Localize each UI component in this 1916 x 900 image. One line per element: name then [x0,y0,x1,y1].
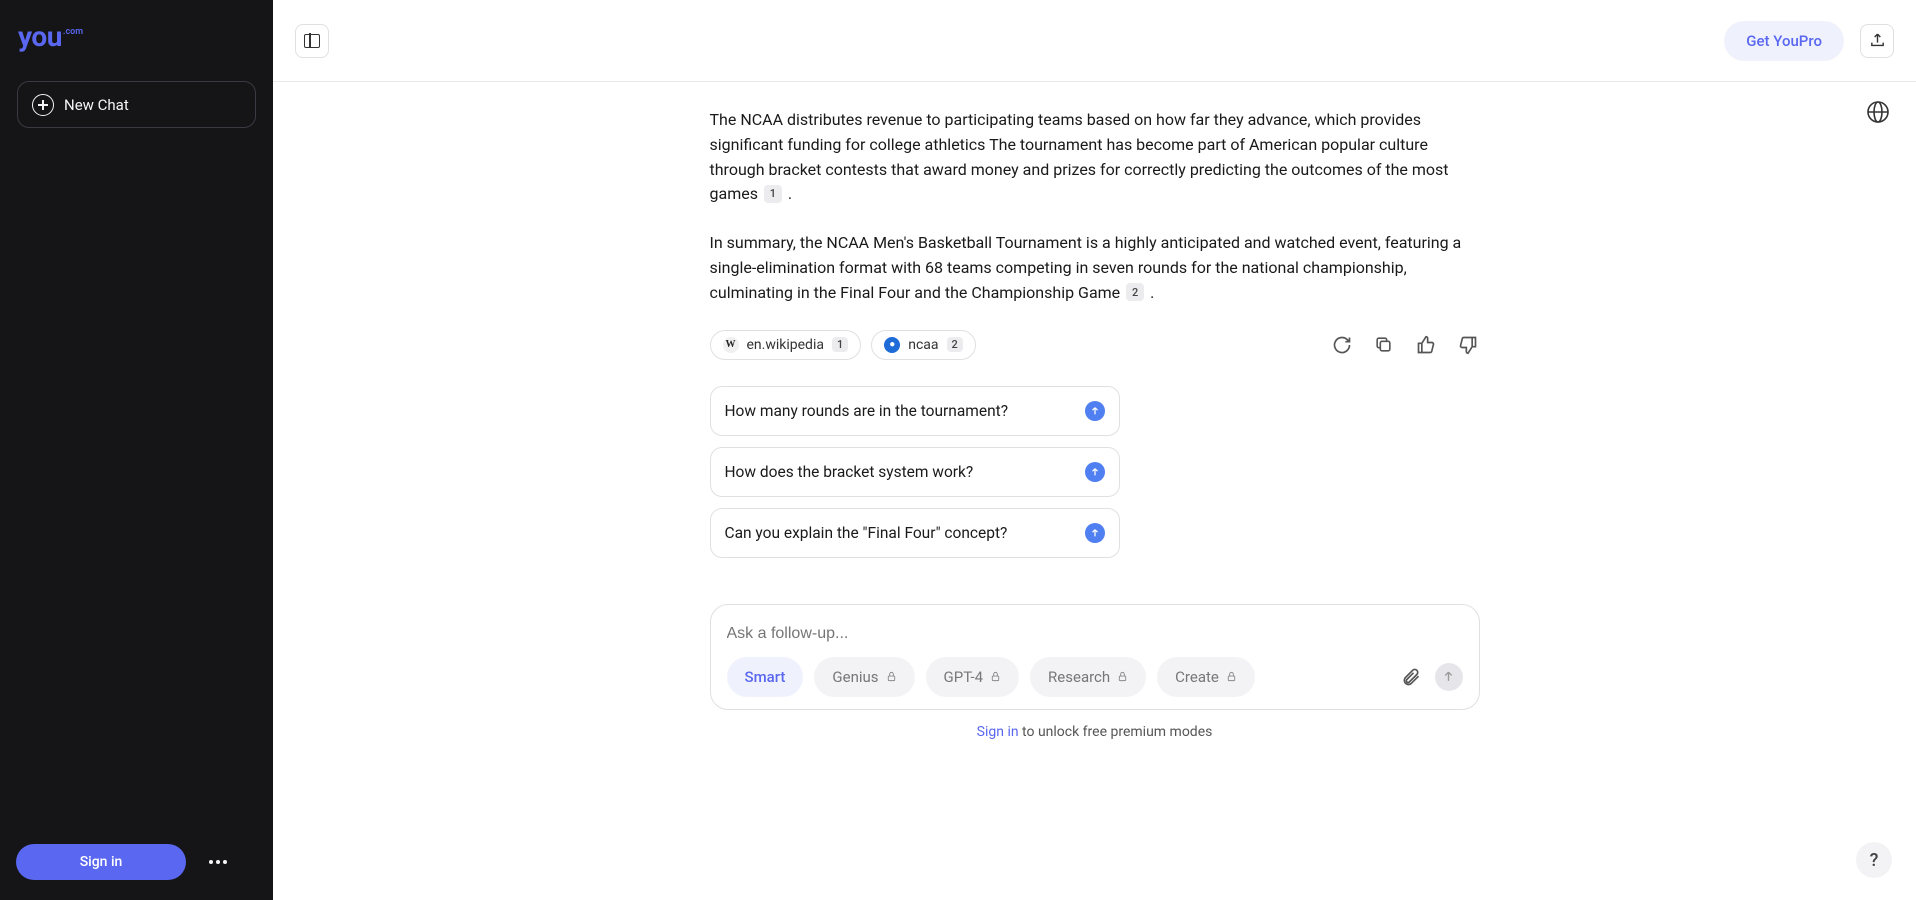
lock-icon [990,670,1001,683]
wikipedia-icon: W [723,337,739,353]
more-icon [209,860,227,864]
topbar: Get YouPro [273,0,1916,82]
share-button[interactable] [1860,24,1894,58]
send-button[interactable] [1435,663,1463,691]
thumbs-down-button[interactable] [1456,333,1480,357]
arrow-up-icon [1085,523,1105,543]
sidebar-footer: Sign in [0,844,273,900]
response-actions [1330,333,1480,357]
mode-label: GPT-4 [944,668,984,686]
arrow-up-icon [1442,670,1455,683]
new-chat-label: New Chat [64,96,129,114]
thumbs-down-icon [1458,335,1478,355]
copy-icon [1374,335,1393,354]
suggestion-2[interactable]: How does the bracket system work? [710,447,1120,497]
panel-icon [304,34,320,48]
thumbs-up-button[interactable] [1414,333,1438,357]
mode-label: Create [1175,668,1219,686]
lock-icon [1117,670,1128,683]
suggestion-text: How many rounds are in the tournament? [725,402,1085,420]
lock-icon [886,670,897,683]
mode-label: Genius [832,668,878,686]
unlock-rest: to unlock free premium modes [1019,724,1213,740]
paperclip-icon [1401,667,1421,687]
more-button[interactable] [200,844,236,880]
attach-button[interactable] [1398,664,1424,690]
citation-1[interactable]: 1 [764,185,782,203]
sign-in-label: Sign in [80,854,123,870]
mode-create[interactable]: Create [1157,657,1255,697]
ncaa-icon: ● [884,337,900,353]
new-chat-button[interactable]: New Chat [17,81,256,128]
arrow-up-icon [1085,401,1105,421]
toggle-sidebar-button[interactable] [295,24,329,58]
mode-research[interactable]: Research [1030,657,1146,697]
help-button[interactable]: ? [1856,842,1892,878]
plus-icon [32,94,54,116]
suggestion-text: Can you explain the "Final Four" concept… [725,524,1085,542]
suggestion-text: How does the bracket system work? [725,463,1085,481]
mode-label: Smart [745,668,786,686]
copy-button[interactable] [1372,333,1396,357]
get-pro-button[interactable]: Get YouPro [1724,21,1844,61]
unlock-line: Sign in to unlock free premium modes [710,724,1480,740]
refresh-icon [1332,335,1352,355]
source-label: ncaa [908,337,938,353]
regenerate-button[interactable] [1330,333,1354,357]
source-pill-wikipedia[interactable]: W en.wikipedia 1 [710,330,862,360]
citation-2[interactable]: 2 [1126,283,1144,301]
mode-row: Smart Genius GPT-4 Research [727,657,1463,697]
help-icon: ? [1870,850,1879,871]
source-pill-ncaa[interactable]: ● ncaa 2 [871,330,976,360]
suggestion-1[interactable]: How many rounds are in the tournament? [710,386,1120,436]
message-input[interactable] [727,625,1463,643]
sign-in-button[interactable]: Sign in [16,844,186,880]
get-pro-label: Get YouPro [1746,32,1822,50]
response-paragraph: The NCAA distributes revenue to particip… [710,108,1480,207]
logo[interactable]: you .com [0,0,273,69]
lock-icon [1226,670,1237,683]
sidebar: you .com New Chat Sign in [0,0,273,900]
share-icon [1869,32,1886,49]
suggestion-3[interactable]: Can you explain the "Final Four" concept… [710,508,1120,558]
mode-label: Research [1048,668,1110,686]
sign-in-link[interactable]: Sign in [977,724,1019,740]
sources-row: W en.wikipedia 1 ● ncaa 2 [710,330,1480,360]
logo-text: you [18,20,62,53]
mode-gpt4[interactable]: GPT-4 [926,657,1020,697]
source-number: 1 [832,337,848,352]
mode-genius[interactable]: Genius [814,657,914,697]
source-number: 2 [947,337,963,352]
content: The NCAA distributes revenue to particip… [273,82,1916,900]
main-panel: Get YouPro The NCAA distributes revenue … [273,0,1916,900]
source-label: en.wikipedia [747,337,824,353]
input-area: Smart Genius GPT-4 Research [710,604,1480,710]
arrow-up-icon [1085,462,1105,482]
mode-smart[interactable]: Smart [727,657,804,697]
logo-suffix: .com [63,27,83,37]
thumbs-up-icon [1416,335,1436,355]
response-paragraph: In summary, the NCAA Men's Basketball To… [710,231,1480,305]
